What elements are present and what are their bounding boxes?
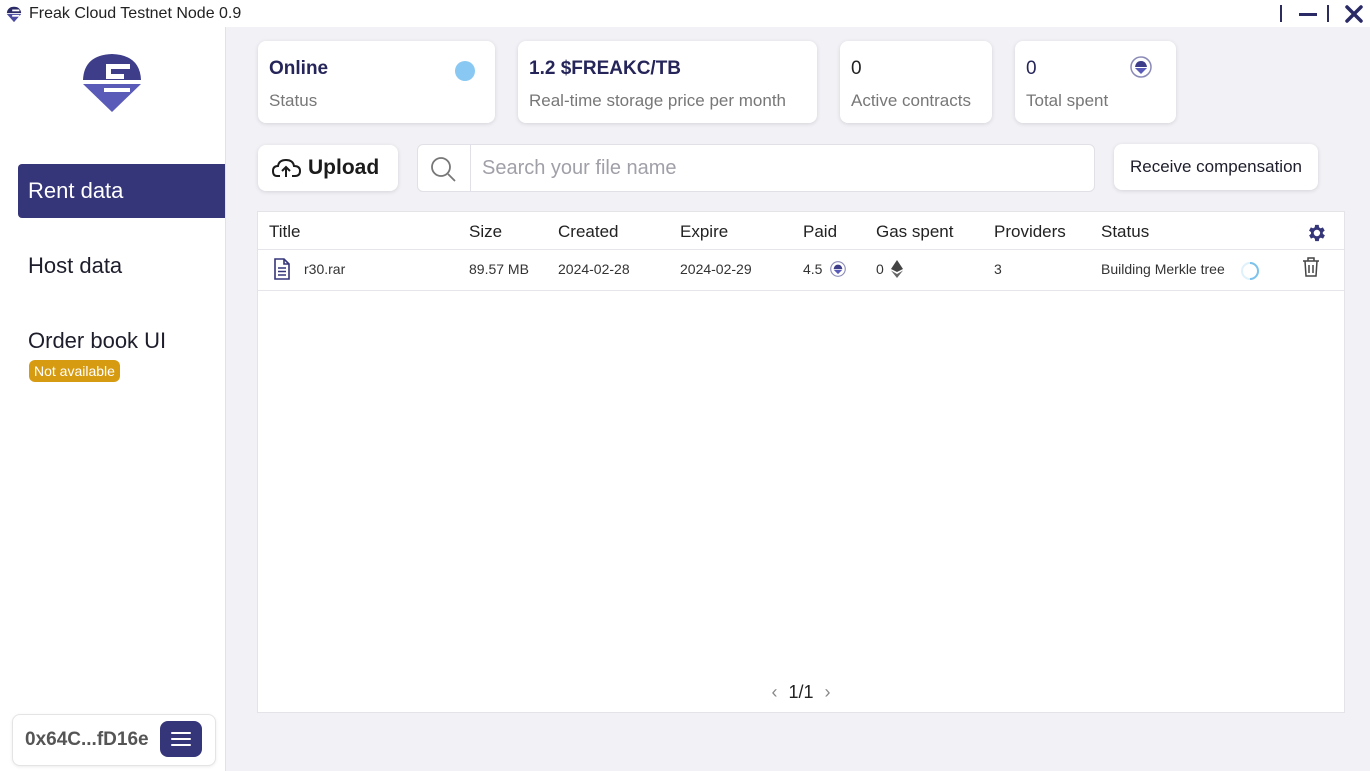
upload-label: Upload (308, 156, 380, 179)
page-indicator: 1/1 (788, 682, 814, 702)
minimize-button[interactable] (1299, 13, 1317, 16)
column-header-paid: Paid (803, 222, 838, 241)
wallet-address: 0x64C...fD16e (25, 729, 149, 750)
file-providers: 3 (994, 261, 1002, 277)
not-available-badge: Not available (29, 360, 120, 382)
spent-label: Total spent (1026, 91, 1109, 110)
separator (1280, 5, 1282, 22)
cloud-upload-icon (272, 158, 302, 177)
settings-gear-icon[interactable] (1305, 222, 1327, 244)
spent-value: 0 (1026, 58, 1037, 79)
file-created: 2024-02-28 (558, 261, 630, 277)
file-paid: 4.5 (803, 261, 823, 277)
delete-trash-icon[interactable] (1301, 256, 1321, 278)
title-bar: Freak Cloud Testnet Node 0.9 (0, 0, 1370, 28)
table-row[interactable]: r30.rar 89.57 MB 2024-02-28 2024-02-29 4… (258, 249, 1344, 291)
close-button[interactable] (1343, 3, 1365, 25)
menu-icon (171, 744, 191, 746)
freakc-token-icon (830, 261, 846, 277)
sidebar: Rent data Host data Order book UI Not av… (0, 27, 226, 771)
file-document-icon (274, 258, 290, 280)
column-header-status: Status (1101, 222, 1150, 241)
separator (1327, 5, 1329, 22)
contracts-value: 0 (851, 58, 862, 79)
pagination: ‹ 1/1 › (258, 682, 1344, 703)
loading-spinner-icon (1241, 262, 1260, 280)
chevron-left-icon[interactable]: ‹ (771, 682, 777, 702)
menu-button[interactable] (160, 721, 202, 757)
window-title: Freak Cloud Testnet Node 0.9 (29, 5, 242, 22)
file-status: Building Merkle tree (1101, 261, 1225, 277)
search-icon (431, 157, 456, 182)
wallet-box[interactable]: 0x64C...fD16e (12, 714, 216, 766)
search-input[interactable] (480, 153, 1074, 183)
table-header: Title Size Created Expire Paid Gas spent… (258, 212, 1344, 250)
column-header-created: Created (558, 222, 619, 241)
upload-button[interactable]: Upload (258, 145, 398, 191)
column-header-gas-spent: Gas spent (876, 222, 954, 241)
freakc-token-icon (1130, 56, 1152, 78)
app-logo-icon (6, 6, 22, 23)
column-header-size: Size (469, 222, 503, 241)
menu-icon (171, 738, 191, 740)
receive-compensation-button[interactable]: Receive compensation (1114, 144, 1318, 190)
column-header-title: Title (269, 222, 301, 241)
status-value: Online (269, 58, 329, 79)
status-label: Status (269, 91, 318, 110)
main-content: Online Status 1.2 $FREAKC/TB Real-time s… (226, 27, 1370, 771)
file-size: 89.57 MB (469, 261, 529, 277)
file-expire: 2024-02-29 (680, 261, 752, 277)
column-header-providers: Providers (994, 222, 1066, 241)
freak-cloud-logo (83, 54, 141, 112)
column-header-expire: Expire (680, 222, 729, 241)
sidebar-item-host-data[interactable]: Host data (18, 239, 225, 293)
file-title: r30.rar (304, 261, 346, 277)
status-card: Online Status (258, 41, 495, 123)
files-table: Title Size Created Expire Paid Gas spent… (257, 211, 1345, 713)
online-status-dot-icon (455, 61, 475, 81)
search-icon-box (418, 145, 471, 191)
file-gas-spent: 0 (876, 261, 884, 277)
price-card: 1.2 $FREAKC/TB Real-time storage price p… (518, 41, 817, 123)
spent-card: 0 Total spent (1015, 41, 1176, 123)
contracts-label: Active contracts (851, 91, 971, 110)
price-value: 1.2 $FREAKC/TB (529, 58, 682, 79)
window-controls (1280, 0, 1370, 27)
contracts-card: 0 Active contracts (840, 41, 992, 123)
chevron-right-icon[interactable]: › (825, 682, 831, 702)
ethereum-icon (891, 260, 903, 278)
sidebar-item-rent-data[interactable]: Rent data (18, 164, 225, 218)
price-label: Real-time storage price per month (529, 91, 787, 110)
menu-icon (171, 732, 191, 734)
search-box[interactable] (417, 144, 1095, 192)
